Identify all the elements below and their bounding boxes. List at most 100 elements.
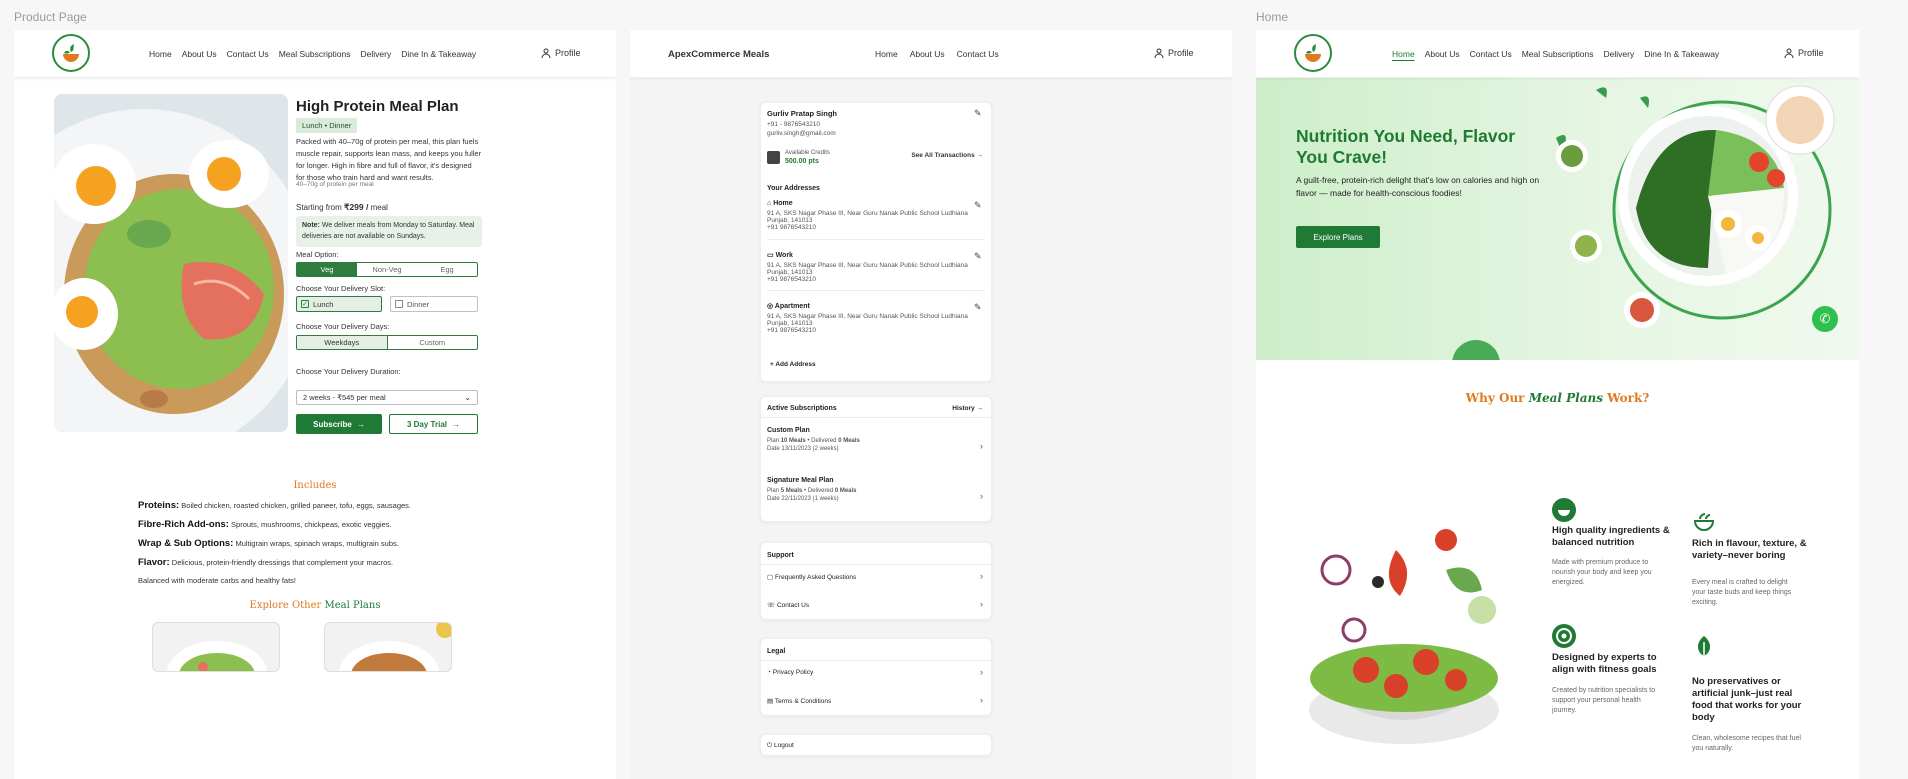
meal-option-veg[interactable]: Veg [297,263,357,276]
brand-logo[interactable] [52,34,90,72]
divider [761,417,991,418]
top-nav: Home About Us Contact Us Meal Subscripti… [14,30,616,78]
plan-value: 5 Meals [780,488,803,494]
nav-dine-in[interactable]: Dine In & Takeaway [1644,49,1719,59]
days-weekdays[interactable]: Weekdays [297,336,388,349]
plan-label: Plan [767,438,780,444]
history-link[interactable]: History → [952,405,983,412]
trial-button[interactable]: 3 Day Trial → [389,414,478,434]
why-title-c: Work? [1607,391,1650,405]
add-address-link[interactable]: + Add Address [770,361,816,368]
nav-about[interactable]: About Us [1425,49,1460,59]
edit-icon[interactable]: ✎ [974,201,983,210]
chevron-right-icon[interactable]: › [980,667,983,677]
nav-about[interactable]: About Us [182,49,217,59]
chevron-right-icon[interactable]: › [980,571,983,581]
privacy-label: Privacy Policy [772,669,814,676]
logout-link[interactable]: ⏻ Logout [767,742,794,750]
credits-value: 500.00 pts [785,158,819,165]
weeks-value: (1 weeks) [812,496,839,502]
nav-delivery[interactable]: Delivery [361,49,392,59]
profile-link[interactable]: Profile [1784,48,1824,58]
meal-plan-card[interactable] [324,622,452,672]
nav-contact[interactable]: Contact Us [957,49,999,59]
shield-icon: ◔ [767,669,771,676]
nav-contact[interactable]: Contact Us [1470,49,1512,59]
user-icon [541,48,551,58]
subscribe-button[interactable]: Subscribe → [296,414,382,434]
edit-icon[interactable]: ✎ [974,303,983,312]
nav-delivery[interactable]: Delivery [1604,49,1635,59]
legal-card: Legal ◔ Privacy Policy › ▤ Terms & Condi… [760,638,992,716]
address-label: Work [775,252,793,259]
edit-icon[interactable]: ✎ [974,252,983,261]
address-label: Home [773,200,793,207]
include-value: Multigrain wraps, spinach wraps, multigr… [235,539,399,548]
brand-name[interactable]: ApexCommerce Meals [668,49,769,60]
slot-lunch-checkbox[interactable]: ✓ Lunch [296,296,382,312]
nav-meal-subscriptions[interactable]: Meal Subscriptions [279,49,351,59]
hero-title: Nutrition You Need, Flavor You Crave! [1296,126,1516,167]
bowl-icon [1552,498,1576,522]
profile-link[interactable]: Profile [541,48,581,58]
document-icon: ▤ [767,698,774,705]
duration-select[interactable]: 2 weeks - ₹545 per meal ⌄ [296,390,478,405]
chevron-right-icon[interactable]: › [980,599,983,609]
logout-card[interactable]: ⏻ Logout [760,734,992,756]
nav-home[interactable]: Home [149,49,172,59]
subscription-item[interactable]: Custom Plan Plan 10 Meals • Delivered 0 … [767,427,967,452]
faq-icon: ▢ [767,574,774,581]
support-card: Support ▢ Frequently Asked Questions › ☏… [760,542,992,620]
chevron-right-icon[interactable]: › [980,491,983,501]
faq-link[interactable]: ▢ Frequently Asked Questions [767,573,856,581]
meal-plan-card[interactable] [152,622,280,672]
nav-links: Home About Us Contact Us Meal Subscripti… [149,49,476,59]
price-suffix: meal [370,203,388,212]
credits-label: Available Credits [785,150,830,156]
hero-section: Nutrition You Need, Flavor You Crave! A … [1256,78,1859,360]
days-custom[interactable]: Custom [388,336,478,349]
feature-text: Clean, wholesome recipes that fuel you n… [1692,735,1801,752]
empty-checkbox-icon [395,300,403,308]
nav-contact[interactable]: Contact Us [227,49,269,59]
profile-link[interactable]: Profile [1154,48,1194,58]
whatsapp-icon[interactable]: ✆ [1812,306,1838,332]
date-label: Date [767,496,780,502]
meal-option-egg[interactable]: Egg [417,263,477,276]
includes-title: Includes [293,480,337,491]
nav-about[interactable]: About Us [910,49,945,59]
edit-icon[interactable]: ✎ [974,109,983,118]
date-value: 22/11/2023 [781,496,811,502]
include-value: Delicious, protein-friendly dressings th… [171,558,394,567]
date-label: Date [767,446,780,452]
meal-option-label: Meal Option: [296,250,339,259]
terms-link[interactable]: ▤ Terms & Conditions [767,697,831,705]
contact-link[interactable]: ☏ Contact Us [767,601,809,609]
nav-home[interactable]: Home [875,49,898,59]
include-key: Flavor: [138,557,170,568]
location-pin-icon: ◎ [767,303,774,310]
nav-links: Home About Us Contact Us [875,49,999,59]
slot-dinner-checkbox[interactable]: Dinner [390,296,478,312]
delivery-days-selector: Weekdays Custom [296,335,478,350]
brand-logo[interactable] [1294,34,1332,72]
subscribe-label: Subscribe [313,419,352,429]
privacy-link[interactable]: ◔ Privacy Policy [767,669,813,676]
nav-home[interactable]: Home [1392,49,1415,59]
terms-label: Terms & Conditions [774,698,832,705]
home-icon: ⌂ [767,200,772,207]
chevron-right-icon[interactable]: › [980,695,983,705]
subscription-item[interactable]: Signature Meal Plan Plan 5 Meals • Deliv… [767,477,967,502]
nav-meal-subscriptions[interactable]: Meal Subscriptions [1522,49,1594,59]
checkmark-icon: ✓ [301,300,309,308]
support-title: Support [767,552,794,559]
nav-dine-in[interactable]: Dine In & Takeaway [401,49,476,59]
see-transactions-link[interactable]: See All Transactions → [911,152,983,159]
user-phone: +91 - 9876543210 [767,121,820,128]
user-icon [1154,48,1164,58]
meal-option-selector: Veg Non-Veg Egg [296,262,478,277]
chevron-right-icon[interactable]: › [980,441,983,451]
meal-option-nonveg[interactable]: Non-Veg [357,263,417,276]
explore-plans-button[interactable]: Explore Plans [1296,226,1380,248]
feature-title: High quality ingredients & balanced nutr… [1552,525,1670,548]
